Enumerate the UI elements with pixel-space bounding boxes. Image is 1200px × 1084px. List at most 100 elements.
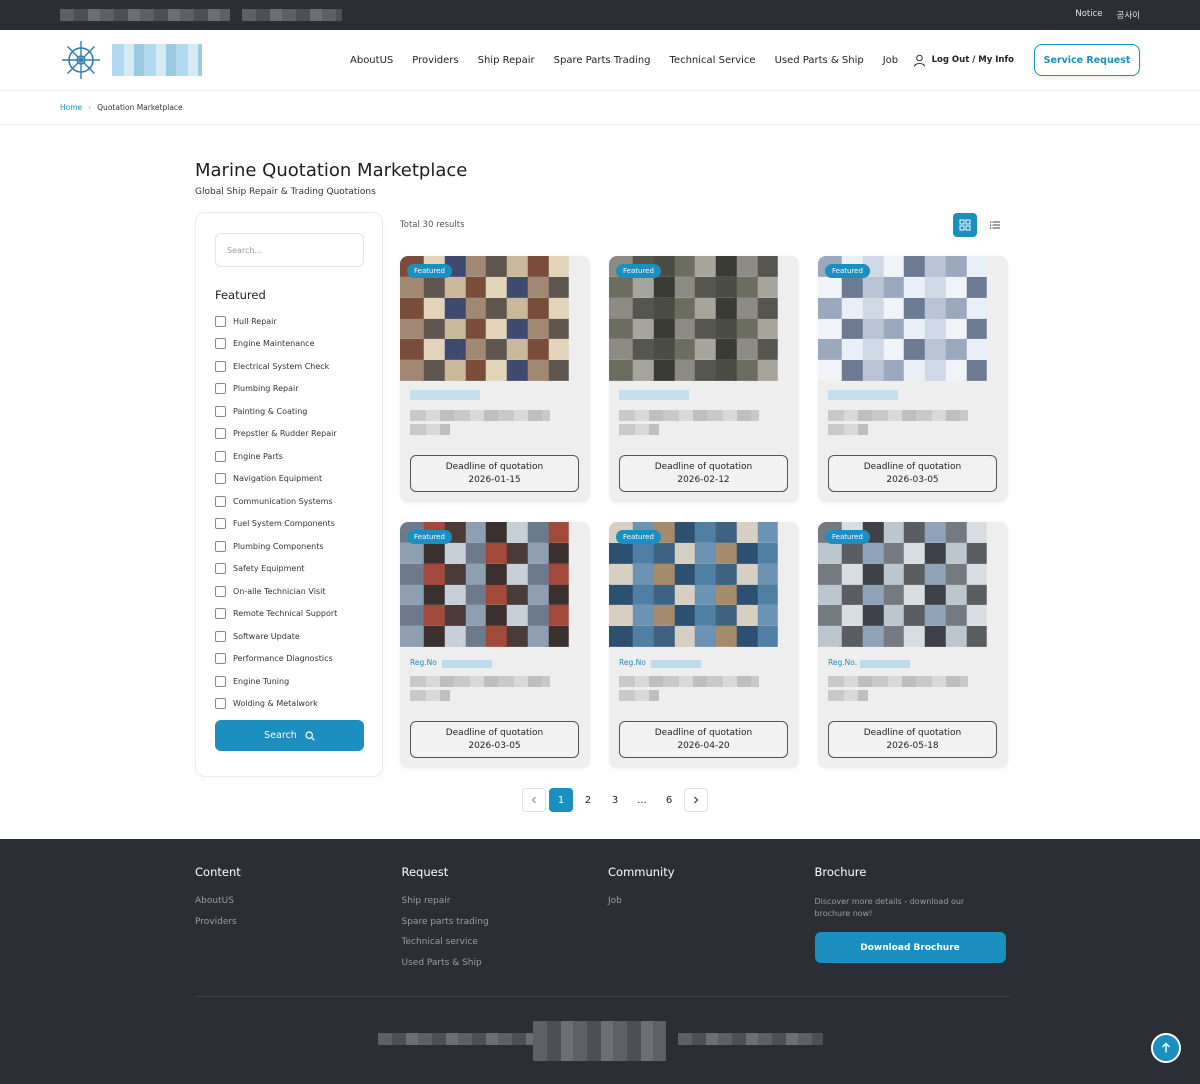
deadline-button[interactable]: Deadline of quotation 2026-01-15 <box>410 455 579 492</box>
deadline-button[interactable]: Deadline of quotation 2026-03-05 <box>828 455 997 492</box>
blurred-text <box>828 676 968 687</box>
page-button[interactable]: 6 <box>657 788 681 812</box>
language-link[interactable]: 공사이 <box>1117 9 1140 21</box>
breadcrumb-home[interactable]: Home <box>60 103 82 112</box>
filter-option[interactable]: Prepstler & Rudder Repair <box>215 423 363 446</box>
grid-view-button[interactable] <box>953 213 977 237</box>
footer-link-ship-repair[interactable]: Ship repair <box>402 896 609 906</box>
quotation-card[interactable]: Featured Deadline of quotation 2026-02-12 <box>609 256 799 502</box>
deadline-button[interactable]: Deadline of quotation 2026-04-20 <box>619 721 788 758</box>
nav-technical-service[interactable]: Technical Service <box>670 55 756 66</box>
filter-checkbox[interactable] <box>215 653 226 665</box>
nav-providers[interactable]: Providers <box>412 55 458 66</box>
deadline-button[interactable]: Deadline of quotation 2026-02-12 <box>619 455 788 492</box>
filter-option[interactable]: Remote Technical Support <box>215 603 363 626</box>
list-view-button[interactable] <box>983 213 1007 237</box>
filter-checkbox[interactable] <box>215 315 226 327</box>
registration-number: Reg.No <box>410 658 437 667</box>
filter-option[interactable]: Software Update <box>215 625 363 648</box>
download-brochure-button[interactable]: Download Brochure <box>814 932 1006 963</box>
footer-link-used-parts[interactable]: Used Parts & Ship <box>402 958 609 968</box>
filter-checkbox[interactable] <box>215 428 226 440</box>
nav-job[interactable]: Job <box>883 55 898 66</box>
footer-link-aboutus[interactable]: AboutUS <box>195 896 402 906</box>
site-logo[interactable] <box>60 39 350 81</box>
footer-link-providers[interactable]: Providers <box>195 917 402 927</box>
pagination: 1 2 3... 6 <box>522 788 708 812</box>
quotation-card[interactable]: Featured Reg.No. Deadline of quotation 2026… <box>818 522 1008 768</box>
scroll-to-top-button[interactable] <box>1151 1033 1181 1063</box>
user-menu[interactable]: Log Out / My Info <box>913 54 1014 67</box>
filter-checkbox[interactable] <box>215 495 226 507</box>
footer-link-spare-parts[interactable]: Spare parts trading <box>402 917 609 927</box>
footer-link-job[interactable]: Job <box>608 896 815 906</box>
filter-option[interactable]: Hull Repair <box>215 310 363 333</box>
filter-option[interactable]: Performance Diagnostics <box>215 648 363 671</box>
search-button[interactable]: Search <box>215 720 364 751</box>
filter-option[interactable]: On-alle Technician Visit <box>215 580 363 603</box>
quotation-card[interactable]: Featured Deadline of quotation 2026-03-05 <box>818 256 1008 502</box>
quotation-card[interactable]: Featured Reg.No Deadline of quotation 2026-… <box>609 522 799 768</box>
deadline-button[interactable]: Deadline of quotation 2026-03-05 <box>410 721 579 758</box>
notice-link[interactable]: Notice <box>1075 9 1102 21</box>
filter-option[interactable]: Safety Equipment <box>215 558 363 581</box>
filter-checkbox[interactable] <box>215 405 226 417</box>
filter-option[interactable]: Wolding & Metalwork <box>215 693 363 716</box>
filter-option[interactable]: Plumbing Components <box>215 535 363 558</box>
page-button[interactable]: 3 <box>603 788 627 812</box>
filter-option[interactable]: Engine Maintenance <box>215 333 363 356</box>
site-header: AboutUS Providers Ship Repair Spare Part… <box>0 30 1200 91</box>
filter-option[interactable]: Fuel System Components <box>215 513 363 536</box>
nav-used-parts-ship[interactable]: Used Parts & Ship <box>775 55 864 66</box>
blurred-company-info <box>378 1021 828 1061</box>
view-toggle <box>953 213 1007 237</box>
filter-option[interactable]: Engine Tuning <box>215 670 363 693</box>
nav-ship-repair[interactable]: Ship Repair <box>478 55 535 66</box>
page-button[interactable]: 1 <box>549 788 573 812</box>
user-icon <box>913 54 925 67</box>
filter-checkbox[interactable] <box>215 450 226 462</box>
filter-checkbox[interactable] <box>215 383 226 395</box>
featured-badge: Featured <box>616 264 661 278</box>
quotation-grid: Featured Deadline of quotation 2026-01-15 F… <box>400 256 1008 768</box>
footer-divider <box>195 996 1010 997</box>
prev-page-button[interactable] <box>522 788 546 812</box>
search-input[interactable]: Search... <box>215 233 364 267</box>
deadline-button[interactable]: Deadline of quotation 2026-05-18 <box>828 721 997 758</box>
filter-checkbox[interactable] <box>215 608 226 620</box>
filter-checkbox[interactable] <box>215 540 226 552</box>
filter-checkbox[interactable] <box>215 473 226 485</box>
filter-option[interactable]: Painting & Coating <box>215 400 363 423</box>
footer-brochure-column: Brochure Discover more details - downloa… <box>814 865 1022 978</box>
next-page-button[interactable] <box>684 788 708 812</box>
footer-link-technical-service[interactable]: Technical service <box>402 937 609 947</box>
filter-checkbox[interactable] <box>215 675 226 687</box>
filter-option[interactable]: Engine Parts <box>215 445 363 468</box>
registration-number: Reg.No. <box>828 658 858 667</box>
deadline-label: Deadline of quotation <box>654 727 753 738</box>
nav-aboutus[interactable]: AboutUS <box>350 55 393 66</box>
filter-checkbox[interactable] <box>215 360 226 372</box>
filter-checkbox[interactable] <box>215 585 226 597</box>
quotation-card[interactable]: Featured Deadline of quotation 2026-01-15 <box>400 256 590 502</box>
site-footer: Content AboutUS Providers Request Ship r… <box>0 839 1200 1084</box>
filter-option[interactable]: Navigation Equipment <box>215 468 363 491</box>
nav-spare-parts-trading[interactable]: Spare Parts Trading <box>554 55 651 66</box>
filter-checkbox[interactable] <box>215 338 226 350</box>
filter-option[interactable]: Communication Systems <box>215 490 363 513</box>
blurred-text <box>619 390 689 400</box>
filter-option[interactable]: Electrical System Check <box>215 355 363 378</box>
quotation-card[interactable]: Featured Reg.No Deadline of quotation 2026-… <box>400 522 590 768</box>
page-button[interactable]: 2 <box>576 788 600 812</box>
filter-option[interactable]: Plumbing Repair <box>215 378 363 401</box>
filter-checkbox[interactable] <box>215 698 226 710</box>
filter-checkbox[interactable] <box>215 518 226 530</box>
logout-myinfo-link[interactable]: Log Out / My Info <box>932 55 1014 65</box>
featured-badge: Featured <box>407 530 452 544</box>
filter-label: Prepstler & Rudder Repair <box>233 429 337 439</box>
top-bar-blurred-info <box>60 9 342 21</box>
service-request-button[interactable]: Service Request <box>1034 44 1140 76</box>
filter-label: Painting & Coating <box>233 406 308 416</box>
filter-checkbox[interactable] <box>215 630 226 642</box>
filter-checkbox[interactable] <box>215 563 226 575</box>
